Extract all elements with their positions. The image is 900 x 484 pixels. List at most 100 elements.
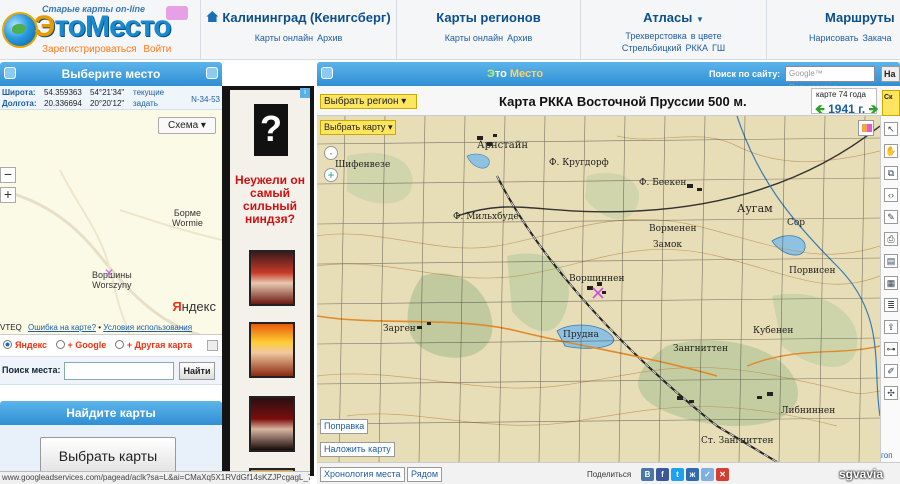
routes-draw[interactable]: Нарисовать	[809, 33, 858, 43]
nav-kaliningrad-archive[interactable]: Архив	[317, 33, 342, 43]
nav-regions-archive[interactable]: Архив	[507, 33, 532, 43]
mini-map[interactable]: − + Схема ▾ Борме Wormie Воршины Worszyny …	[0, 110, 222, 335]
atlas-color[interactable]: в цвете	[691, 31, 722, 41]
grid-tool-icon[interactable]: ▦	[884, 276, 898, 290]
map-pan-icon[interactable]: ·	[324, 146, 338, 160]
ad-info-icon[interactable]: i	[300, 88, 310, 98]
routes-upload[interactable]: Закача	[862, 33, 891, 43]
mini-zoom-in-button[interactable]: +	[0, 187, 16, 203]
login-link[interactable]: Войти	[143, 44, 171, 55]
provider-yandex[interactable]: Яндекс	[3, 340, 47, 350]
nav-kaliningrad-online[interactable]: Карты онлайн	[255, 33, 313, 43]
atlas-strelbitsky[interactable]: Стрельбицкий	[622, 43, 682, 53]
ad-banner[interactable]: ? Неужели он самый сильный ниндзя? i	[222, 86, 314, 476]
map-label: Либниннен	[781, 406, 836, 416]
browser-status-bar: www.googleadservices.com/pagead/aclk?sa=…	[0, 471, 310, 484]
site-logo[interactable]: Старые карты on-line ЭтоМесто Зарегистри…	[0, 0, 200, 60]
globe-icon	[2, 12, 38, 48]
lon-dms: 20°20'12"	[90, 99, 125, 108]
nav-kaliningrad: Калининград (Кенигсберг) Карты онлайн Арх…	[200, 0, 396, 60]
nav-regions-online[interactable]: Карты онлайн	[445, 33, 503, 43]
atlas-gsh[interactable]: ГШ	[712, 43, 725, 53]
watermark: sgvavia	[839, 467, 884, 481]
current-location-link[interactable]: текущие	[133, 88, 164, 97]
map-sheet-link[interactable]: N-34-53	[191, 95, 220, 104]
set-location-link[interactable]: задать	[133, 99, 158, 108]
lon-value: 20.336694	[44, 99, 82, 108]
map-layers-icon[interactable]	[858, 120, 874, 136]
site-search-button[interactable]: На	[881, 66, 900, 82]
gps-icon[interactable]	[206, 67, 218, 79]
measure-tool-icon[interactable]: ⊶	[884, 342, 898, 356]
share-label: Поделиться	[587, 470, 632, 479]
chevron-down-icon: ▾	[200, 120, 206, 131]
settings-icon[interactable]	[207, 340, 218, 351]
choose-maps-button[interactable]: Выбрать карты	[40, 437, 176, 475]
pencil-tool-icon[interactable]: ✎	[884, 210, 898, 224]
nav-regions-title[interactable]: Карты регионов	[397, 10, 580, 25]
map-year-value: 1941 г.	[828, 102, 866, 116]
atlas-rkka[interactable]: РККА	[685, 43, 708, 53]
provider-other[interactable]: + Другая карта	[114, 340, 192, 350]
provider-google[interactable]: + Google	[55, 340, 106, 350]
site-header: Старые карты on-line ЭтоМесто Зарегистри…	[0, 0, 900, 60]
place-search-button[interactable]: Найти	[179, 362, 215, 380]
map-panel-brand: Это Место	[487, 68, 544, 80]
mini-zoom-out-button[interactable]: −	[0, 167, 16, 183]
ad-image-1	[249, 250, 295, 306]
map-title: Карта РККА Восточной Пруссии 500 м.	[499, 94, 747, 109]
select-map-button[interactable]: Выбрать карту ▾	[320, 120, 397, 135]
topographic-map[interactable]: Арнстайн Шифенвезе Ф. Мильхбуде Ф. Кругд…	[317, 116, 880, 462]
map-label: Зарген	[383, 324, 416, 334]
select-region-button[interactable]: Выбрать регион ▾	[320, 94, 417, 109]
map-title-bar: Выбрать регион ▾ Карта РККА Восточной Пр…	[317, 86, 900, 116]
home-icon	[206, 11, 219, 22]
livejournal-icon[interactable]: ж	[686, 468, 699, 481]
facebook-icon[interactable]: f	[656, 468, 669, 481]
pointer-tool-icon[interactable]: ↖	[884, 122, 898, 136]
copy-tool-icon[interactable]: ⧉	[884, 166, 898, 180]
register-link[interactable]: Зарегистрироваться	[42, 44, 137, 55]
print-tool-icon[interactable]: ⎙	[884, 232, 898, 246]
hand-tool-icon[interactable]: ✋	[884, 144, 898, 158]
mail-icon[interactable]: ✓	[701, 468, 714, 481]
nav-routes: Маршруты Нарисовать Закача	[766, 0, 900, 60]
chronology-button[interactable]: Хронология места	[320, 467, 405, 482]
nav-kaliningrad-title[interactable]: Калининград (Кенигсберг)	[201, 10, 396, 25]
map-toolbar: ↖ ✋ ⧉ ‹› ✎ ⎙ ▤ ▦ ≣ ⇪ ⊶ ✐ ✣ гоп	[880, 116, 900, 462]
map-label: Кубенен	[753, 326, 794, 336]
map-error-link[interactable]: Ошибка на карте?	[28, 323, 96, 332]
map-label: Ст. Зангниттен	[701, 436, 774, 446]
atlas-trehverstovka[interactable]: Трехверстовка	[625, 31, 686, 41]
correction-button[interactable]: Поправка	[320, 419, 369, 434]
place-search-input[interactable]	[64, 362, 174, 380]
nav-atlases-title[interactable]: Атласы ▼	[581, 10, 766, 25]
overlay-map-button[interactable]: Наложить карту	[320, 442, 395, 457]
ad-image-3	[249, 396, 295, 452]
map-zoom-in-button[interactable]: +	[324, 168, 338, 182]
layers-tool-icon[interactable]: ≣	[884, 298, 898, 312]
prev-year-arrow-icon[interactable]: 🡸	[815, 102, 825, 116]
marker-tool-icon[interactable]: ✐	[884, 364, 898, 378]
next-year-arrow-icon[interactable]: 🡺	[869, 102, 879, 116]
map-label: Сор	[787, 218, 806, 228]
tool-go-label[interactable]: гоп	[881, 451, 893, 460]
share-tool-icon[interactable]: ⇪	[884, 320, 898, 334]
logo-badge-icon	[166, 6, 188, 20]
terms-link[interactable]: Условия использования	[103, 323, 192, 332]
mini-label-wormie: Борме Wormie	[172, 208, 203, 228]
side-tab[interactable]: Ск	[882, 90, 900, 116]
nearby-button[interactable]: Рядом	[407, 467, 443, 482]
map-footer: Хронология места Рядом Поделиться В f t …	[317, 462, 900, 484]
save-tool-icon[interactable]: ▤	[884, 254, 898, 268]
site-search-label: Поиск по сайту:	[709, 69, 781, 79]
twitter-icon[interactable]: t	[671, 468, 684, 481]
compass-tool-icon[interactable]: ✣	[884, 386, 898, 400]
place-panel: Выберите место Широта: 54.359363 54°21'3…	[0, 62, 222, 484]
schema-dropdown[interactable]: Схема ▾	[158, 117, 216, 134]
site-search-input[interactable]: Google™ Пользователь	[785, 66, 875, 92]
nav-routes-title[interactable]: Маршруты	[807, 10, 900, 25]
code-tool-icon[interactable]: ‹›	[884, 188, 898, 202]
vk-icon[interactable]: В	[641, 468, 654, 481]
google-plus-icon[interactable]: ✕	[716, 468, 729, 481]
